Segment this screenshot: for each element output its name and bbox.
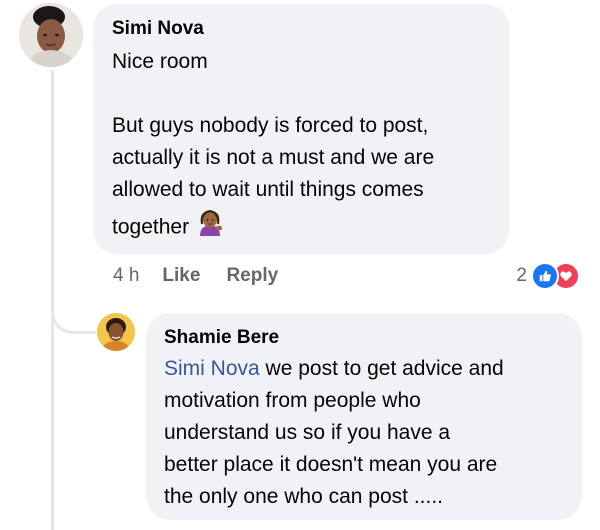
reaction-summary[interactable]: 2 (516, 262, 580, 290)
comment-line: the only one who can post ..... (164, 485, 444, 508)
comment-text: Simi Nova we post to get advice and moti… (164, 353, 504, 513)
avatar-simi-nova[interactable] (19, 3, 83, 67)
reply-connector (51, 255, 96, 334)
comment-line: Simi Nova we post to get advice and (164, 353, 504, 385)
like-button[interactable]: Like (162, 265, 200, 287)
comment-line: motivation from people who (164, 389, 421, 412)
mention-link[interactable]: Simi Nova (164, 357, 260, 380)
comment-line: actually it is not a must and we are (112, 146, 435, 169)
comment-line: Nice room (112, 50, 208, 73)
comment-line: But guys nobody is forced to post, (112, 114, 429, 137)
woman-tipping-hand-emoji (195, 206, 225, 250)
comment-line-text: we post to get advice and (259, 357, 504, 380)
comment-line: better place it doesn't mean you are (164, 453, 498, 476)
comment-bubble-simi-nova: Simi Nova Nice room But guys nobody is f… (93, 4, 509, 254)
reaction-count: 2 (516, 265, 527, 286)
comment-author[interactable]: Simi Nova (112, 17, 204, 41)
like-icon (531, 262, 559, 290)
comment-line-blank (112, 78, 434, 110)
comment-timestamp[interactable]: 4 h (113, 265, 139, 287)
reply-button[interactable]: Reply (226, 265, 278, 287)
comment-actions: 4 h Like Reply (113, 262, 304, 290)
comment-bubble-shamie-bere: Shamie Bere Simi Nova we post to get adv… (146, 313, 582, 520)
avatar-shamie-bere[interactable] (97, 313, 135, 351)
comment-author[interactable]: Shamie Bere (164, 326, 279, 350)
comment-line: allowed to wait until things comes (112, 178, 424, 201)
comment-text: Nice room But guys nobody is forced to p… (112, 46, 434, 246)
comment-line: understand us so if you have a (164, 421, 451, 444)
comment-line: together (112, 215, 190, 239)
comment-line-last: together (112, 206, 434, 246)
